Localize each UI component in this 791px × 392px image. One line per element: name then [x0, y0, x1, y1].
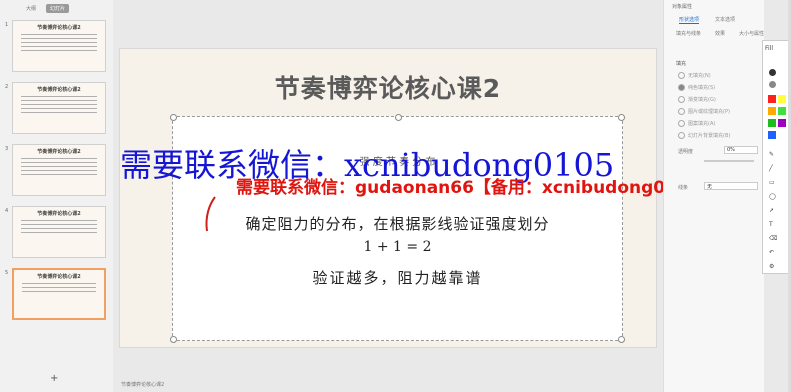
- fill-option-label: 幻灯片背景填充(B): [688, 133, 731, 139]
- slide-number: 1: [5, 22, 9, 28]
- handwriting-line-3: 验证越多，阻力越靠谱: [312, 269, 483, 287]
- status-bar: 节奏博弈论核心课2: [113, 381, 663, 392]
- slide-thumb-4[interactable]: 4 节奏博弈论核心课2: [0, 206, 113, 270]
- resize-handle[interactable]: [618, 336, 625, 343]
- fill-option-none[interactable]: 无填充(N): [678, 72, 711, 79]
- slide-thumbnail[interactable]: 节奏博弈论核心课2: [12, 206, 106, 258]
- fill-option-solid[interactable]: 纯色填充(S): [678, 84, 715, 91]
- slide-thumbnail[interactable]: 节奏博弈论核心课2: [12, 82, 106, 134]
- add-slide-button[interactable]: +: [50, 373, 58, 384]
- undo-icon[interactable]: ↶: [769, 249, 774, 256]
- slide-thumbnail[interactable]: 节奏博弈论核心课2: [12, 144, 106, 196]
- slide-thumbnail-selected[interactable]: 节奏博弈论核心课2: [12, 268, 106, 320]
- slide-thumb-5[interactable]: 5 节奏博弈论核心课2: [0, 268, 113, 332]
- color-swatch[interactable]: [768, 131, 776, 139]
- slide-thumb-3[interactable]: 3 节奏博弈论核心课2: [0, 144, 113, 208]
- slide-thumbnail[interactable]: 节奏博弈论核心课2: [12, 20, 106, 72]
- transparency-label: 透明度: [678, 149, 694, 155]
- fill-option-pattern[interactable]: 图案填充(A): [678, 120, 715, 127]
- pen-icon[interactable]: ✎: [769, 151, 774, 158]
- status-text: 节奏博弈论核心课2: [121, 382, 165, 388]
- resize-handle[interactable]: [395, 114, 402, 121]
- slide-title[interactable]: 节奏博弈论核心课2: [120, 69, 656, 105]
- size-icon[interactable]: 大小与属性: [739, 30, 764, 37]
- color-swatch[interactable]: [778, 107, 786, 115]
- thumb-title: 节奏博弈论核心课2: [37, 274, 81, 280]
- thumb-text-lines: [21, 34, 97, 51]
- eraser-icon[interactable]: ⌫: [769, 235, 777, 242]
- fill-option-label: 渐变填充(G): [688, 97, 716, 103]
- pen-stroke-icon: [205, 196, 216, 232]
- color-swatch[interactable]: [768, 119, 776, 127]
- fill-option-label: 图案填充(A): [688, 121, 716, 127]
- line-select[interactable]: 无: [704, 182, 758, 190]
- fill-label: Fill: [765, 45, 774, 52]
- fill-option-background[interactable]: 幻灯片背景填充(B): [678, 132, 730, 139]
- thumb-text-lines: [21, 96, 97, 113]
- slide-number: 2: [5, 84, 9, 90]
- properties-pane: 对象属性 形状选项 文本选项 填充与线条 效果 大小与属性 填充 无填充(N) …: [663, 0, 764, 392]
- tab-text-options[interactable]: 文本选项: [715, 16, 735, 24]
- settings-icon[interactable]: ⚙: [769, 263, 774, 270]
- tab-outline[interactable]: 大纲: [22, 4, 40, 13]
- color-palette-toolbar: Fill ✎ ╱ ▭ ◯ ➚ T ⌫ ↶ ⚙: [762, 40, 790, 274]
- fill-section-label: 填充: [676, 61, 687, 67]
- line-icon[interactable]: ╱: [769, 165, 773, 172]
- fill-option-label: 图片或纹理填充(P): [688, 109, 730, 115]
- transparency-input[interactable]: 0%: [724, 146, 758, 154]
- thumb-title: 节奏博弈论核心课2: [37, 25, 81, 31]
- thumb-text-lines: [21, 158, 97, 175]
- effects-icon[interactable]: 效果: [715, 30, 725, 37]
- thumb-title: 节奏博弈论核心课2: [37, 87, 81, 93]
- panel-tabs: 大纲 幻灯片: [22, 4, 70, 13]
- resize-handle[interactable]: [618, 114, 625, 121]
- fill-option-gradient[interactable]: 渐变填充(G): [678, 96, 716, 103]
- color-swatch[interactable]: [768, 107, 776, 115]
- slide-thumbnail-panel: 大纲 幻灯片 1 节奏博弈论核心课2 2 节奏博弈论核心课2 3 节奏博弈论核心…: [0, 0, 114, 392]
- watermark-small: 需要联系微信：gudaonan66【备用：xcnibudong0105】: [236, 178, 718, 198]
- ellipse-icon[interactable]: ◯: [769, 193, 776, 200]
- slide-thumb-2[interactable]: 2 节奏博弈论核心课2: [0, 82, 113, 146]
- line-label: 线条: [678, 185, 689, 191]
- slide-number: 3: [5, 146, 9, 152]
- color-swatch[interactable]: [769, 69, 776, 76]
- fill-option-label: 纯色填充(S): [688, 85, 716, 91]
- pane-tabs: 形状选项 文本选项: [679, 16, 735, 24]
- pane-icon-row: 填充与线条 效果 大小与属性: [676, 30, 764, 37]
- rectangle-icon[interactable]: ▭: [769, 179, 775, 186]
- transparency-slider[interactable]: [704, 160, 754, 162]
- slide-number: 4: [5, 208, 9, 214]
- thumb-title: 节奏博弈论核心课2: [37, 149, 81, 155]
- resize-handle[interactable]: [170, 114, 177, 121]
- fill-option-picture[interactable]: 图片或纹理填充(P): [678, 108, 730, 115]
- fill-option-label: 无填充(N): [688, 73, 711, 79]
- tab-shape-options[interactable]: 形状选项: [679, 16, 700, 24]
- color-swatch[interactable]: [768, 95, 776, 103]
- thumb-title: 节奏博弈论核心课2: [37, 211, 81, 217]
- resize-handle[interactable]: [170, 336, 177, 343]
- color-swatch[interactable]: [778, 119, 786, 127]
- fill-line-icon[interactable]: 填充与线条: [676, 30, 701, 37]
- thumb-text-lines: [21, 220, 97, 233]
- thumb-text-lines: [22, 283, 96, 292]
- slide-thumb-1[interactable]: 1 节奏博弈论核心课2: [0, 20, 113, 84]
- color-swatch[interactable]: [769, 81, 776, 88]
- slide-number: 5: [5, 270, 9, 276]
- text-icon[interactable]: T: [769, 221, 773, 228]
- pane-title: 对象属性: [672, 4, 693, 10]
- arrow-icon[interactable]: ➚: [769, 207, 774, 214]
- handwriting-line-1: 确定阻力的分布，在根据影线验证强度划分: [245, 215, 550, 233]
- color-swatch[interactable]: [778, 95, 786, 103]
- handwriting-line-2: 1 + 1 = 2: [363, 239, 432, 255]
- tab-slides[interactable]: 幻灯片: [46, 4, 70, 13]
